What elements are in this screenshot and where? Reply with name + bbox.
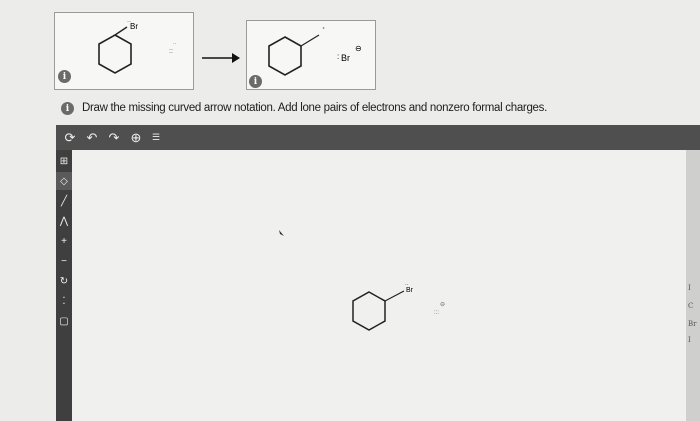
product-box: ⁺ Br ⊖ : xyxy=(246,20,376,90)
c-br-bond xyxy=(114,26,128,36)
plus-charge-icon[interactable]: + xyxy=(56,232,72,250)
select-icon[interactable]: ⊞ xyxy=(56,152,72,170)
edge-label: I xyxy=(688,284,691,292)
drawing-canvas[interactable]: Br ·· ::: ⊖ xyxy=(72,150,686,421)
edge-label: Br xyxy=(688,320,697,328)
undo-icon[interactable]: ↶ xyxy=(82,127,102,148)
ring-icon[interactable]: ▢ xyxy=(56,312,72,330)
product-structure: ⁺ Br ⊖ : xyxy=(268,26,362,76)
cyclohexane-ring[interactable] xyxy=(352,291,386,331)
edge-label: I xyxy=(688,336,691,344)
carbocation-marker: ⁺ xyxy=(322,26,325,33)
info-icon[interactable]: i xyxy=(58,70,71,83)
minus-charge-icon[interactable]: − xyxy=(56,252,72,270)
edge-label: C xyxy=(688,302,694,310)
charge-icon: ⊖ xyxy=(440,302,445,308)
lone-pair-dots: : xyxy=(337,52,339,61)
tool-palette: ⊞ ◇ ╱ ⋀ + − ↻ ⁚ ▢ xyxy=(56,150,72,421)
reactant-structure: Br ·· :: ·· xyxy=(98,19,177,74)
cyclohexene-cation-ring xyxy=(268,36,302,76)
lone-pair-dots: ·· xyxy=(127,19,131,25)
bond-icon[interactable]: ╱ xyxy=(56,192,72,210)
cyclohexane-ring xyxy=(98,34,132,74)
reaction-arrow xyxy=(202,53,240,63)
question-instruction: Draw the missing curved arrow notation. … xyxy=(82,102,547,114)
cycle-icon[interactable]: ⟳ xyxy=(60,127,80,148)
lone-pair-dots: ·· xyxy=(405,282,409,288)
lone-pair-icon[interactable]: ⁚ xyxy=(56,292,72,310)
redo-icon[interactable]: ↷ xyxy=(104,127,124,148)
empty-charge-marker: ·· xyxy=(173,41,177,47)
zoom-icon[interactable]: ⊕ xyxy=(126,127,146,148)
c-br-bond[interactable] xyxy=(384,290,405,302)
c-c-bond xyxy=(300,34,320,47)
cursor-icon xyxy=(279,230,284,236)
reactant-box: Br ·· :: ·· xyxy=(54,12,194,90)
info-icon[interactable]: i xyxy=(249,75,262,88)
template-list-icon[interactable]: ☰ xyxy=(146,127,166,148)
bromine-label[interactable]: Br xyxy=(406,287,414,294)
empty-lone-pair-marker: :: xyxy=(169,48,173,55)
bromide-ion-label: Br xyxy=(341,53,350,63)
canvas-structure: Br ·· ::: ⊖ xyxy=(279,230,445,331)
bromine-label: Br xyxy=(130,22,138,31)
info-icon[interactable]: i xyxy=(61,102,74,115)
chain-icon[interactable]: ⋀ xyxy=(56,212,72,230)
editor-toolbar: ⟳ ↶ ↷ ⊕ ☰ xyxy=(56,125,700,150)
curved-arrow-icon[interactable]: ↻ xyxy=(56,272,72,290)
eraser-icon[interactable]: ◇ xyxy=(56,172,72,190)
empty-lone-pair-marker: ::: xyxy=(434,310,439,316)
charge-icon: ⊖ xyxy=(355,44,362,53)
